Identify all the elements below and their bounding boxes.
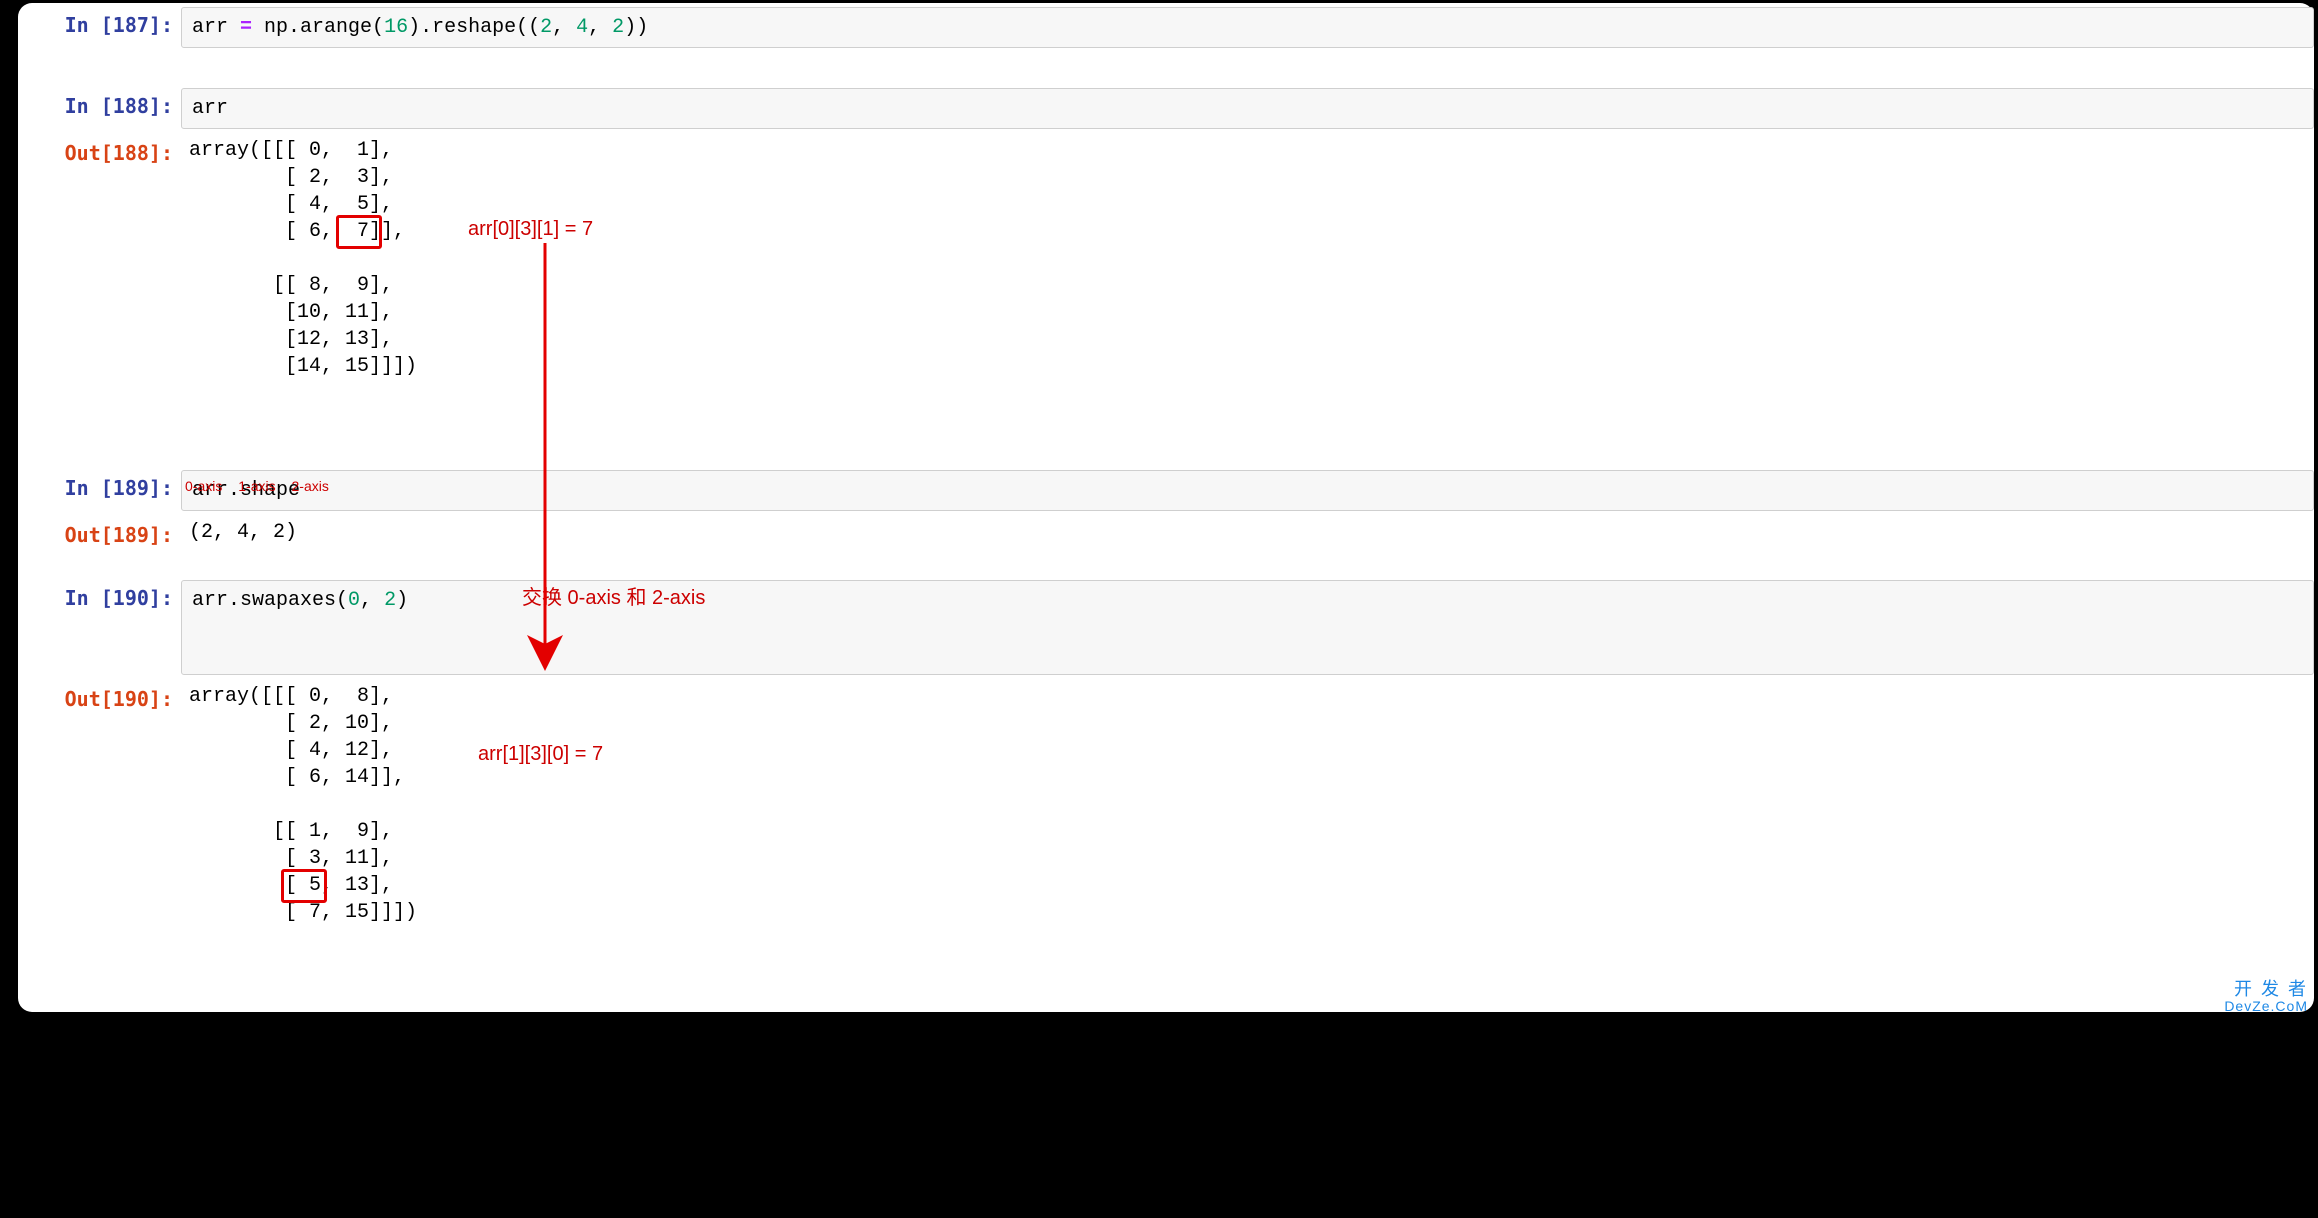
code-text: arr	[192, 97, 228, 120]
cell-188-in: In [188]: arr	[18, 86, 2314, 133]
op: =	[240, 16, 252, 39]
cell-187: In [187]: arr = np.arange(16).reshape((2…	[18, 5, 2314, 52]
num: 4	[576, 16, 588, 39]
num: 16	[384, 16, 408, 39]
sep: ,	[360, 589, 384, 612]
code-text: ).reshape((	[408, 16, 540, 39]
axis1-label: 1-axis	[238, 478, 275, 494]
cell-189-in: In [189]: arr.shape	[18, 468, 2314, 515]
arrow-down-icon	[473, 233, 573, 683]
code-text: np.arange(	[252, 16, 384, 39]
watermark-en: DevZe.CoM	[2224, 999, 2308, 1014]
in-prompt-189: In [189]:	[18, 468, 181, 500]
notebook-page: In [187]: arr = np.arange(16).reshape((2…	[18, 3, 2314, 1012]
cell-190-in: In [190]: arr.swapaxes(0, 2) 交换 0-axis 和…	[18, 578, 2314, 679]
code-text: )	[396, 589, 408, 612]
num: 0	[348, 589, 360, 612]
num: 2	[540, 16, 552, 39]
index-after-note: arr[1][3][0] = 7	[478, 743, 603, 766]
highlight-box-7-bottom	[281, 869, 327, 903]
num: 2	[384, 589, 396, 612]
axis2-label: 2-axis	[292, 478, 329, 494]
sep: ,	[552, 16, 576, 39]
code-text: arr.swapaxes(	[192, 589, 348, 612]
axis-labels: 0-axis 1-axis 2-axis	[185, 478, 341, 494]
in-prompt-190: In [190]:	[18, 578, 181, 610]
code-input-188[interactable]: arr	[181, 88, 2314, 129]
watermark: 开 发 者 DevZe.CoM	[2224, 980, 2308, 1014]
output-text: (2, 4, 2)	[189, 521, 297, 544]
axis0-label: 0-axis	[185, 478, 222, 494]
num: 2	[612, 16, 624, 39]
watermark-cn: 开 发 者	[2224, 980, 2308, 999]
cell-189-out: Out[189]: (2, 4, 2)	[18, 515, 2314, 558]
out-prompt-190: Out[190]:	[18, 679, 181, 711]
output-190: array([[[ 0, 8], [ 2, 10], [ 4, 12], [ 6…	[181, 679, 2314, 992]
sep: ,	[588, 16, 612, 39]
out-prompt-188: Out[188]:	[18, 133, 181, 165]
code-text: arr	[192, 16, 240, 39]
code-input-187[interactable]: arr = np.arange(16).reshape((2, 4, 2))	[181, 7, 2314, 48]
in-prompt-188: In [188]:	[18, 86, 181, 118]
output-text: array([[[ 0, 1], [ 2, 3], [ 4, 5], [ 6, …	[189, 139, 417, 378]
in-prompt-187: In [187]:	[18, 5, 181, 37]
code-text: ))	[624, 16, 648, 39]
cell-190-out: Out[190]: array([[[ 0, 8], [ 2, 10], [ 4…	[18, 679, 2314, 992]
cell-188-out: Out[188]: array([[[ 0, 1], [ 2, 3], [ 4,…	[18, 133, 2314, 446]
highlight-box-7-top	[336, 215, 382, 249]
out-prompt-189: Out[189]:	[18, 515, 181, 547]
